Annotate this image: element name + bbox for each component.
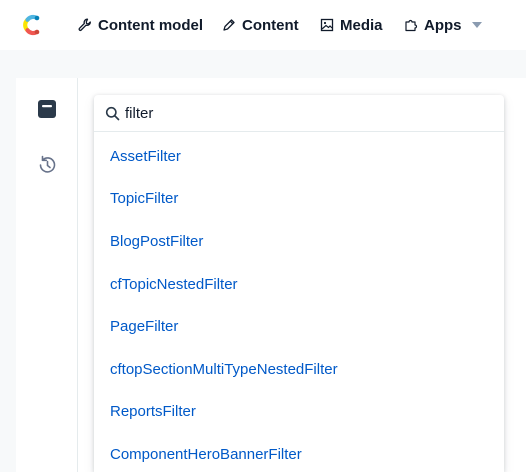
nav-content-model[interactable]: Content model — [78, 14, 203, 36]
nav-media-label: Media — [340, 16, 383, 34]
nav-apps-label: Apps — [424, 16, 462, 34]
nav-apps[interactable]: Apps — [404, 14, 482, 36]
search-result-item[interactable]: PageFilter — [94, 305, 504, 348]
search-row — [94, 95, 504, 132]
search-icon — [105, 106, 120, 120]
search-result-item[interactable]: cftopSectionMultiTypeNestedFilter — [94, 348, 504, 391]
nav-content-model-label: Content model — [98, 16, 203, 34]
nav-content-label: Content — [242, 16, 299, 34]
search-dropdown: AssetFilter TopicFilter BlogPostFilter c… — [94, 95, 504, 472]
search-results: AssetFilter TopicFilter BlogPostFilter c… — [94, 135, 504, 472]
search-result-item[interactable]: TopicFilter — [94, 178, 504, 221]
search-result-item[interactable]: ComponentHeroBannerFilter — [94, 433, 504, 472]
sidebar — [16, 78, 78, 472]
search-result-item[interactable]: ReportsFilter — [94, 391, 504, 434]
image-icon — [320, 18, 334, 32]
nav-media[interactable]: Media — [320, 14, 383, 36]
nav-content[interactable]: Content — [222, 14, 299, 36]
chevron-down-icon — [471, 22, 482, 28]
puzzle-icon — [405, 19, 418, 32]
archive-icon[interactable] — [36, 98, 58, 120]
search-result-item[interactable]: AssetFilter — [94, 135, 504, 178]
history-icon[interactable] — [36, 154, 58, 176]
top-navigation: Content model Content Media Apps — [0, 0, 526, 50]
wrench-icon — [78, 18, 91, 31]
search-result-item[interactable]: cfTopicNestedFilter — [94, 263, 504, 306]
pen-icon — [223, 19, 235, 31]
search-input[interactable] — [125, 104, 465, 122]
contentful-logo[interactable] — [19, 12, 43, 38]
search-result-item[interactable]: BlogPostFilter — [94, 220, 504, 263]
